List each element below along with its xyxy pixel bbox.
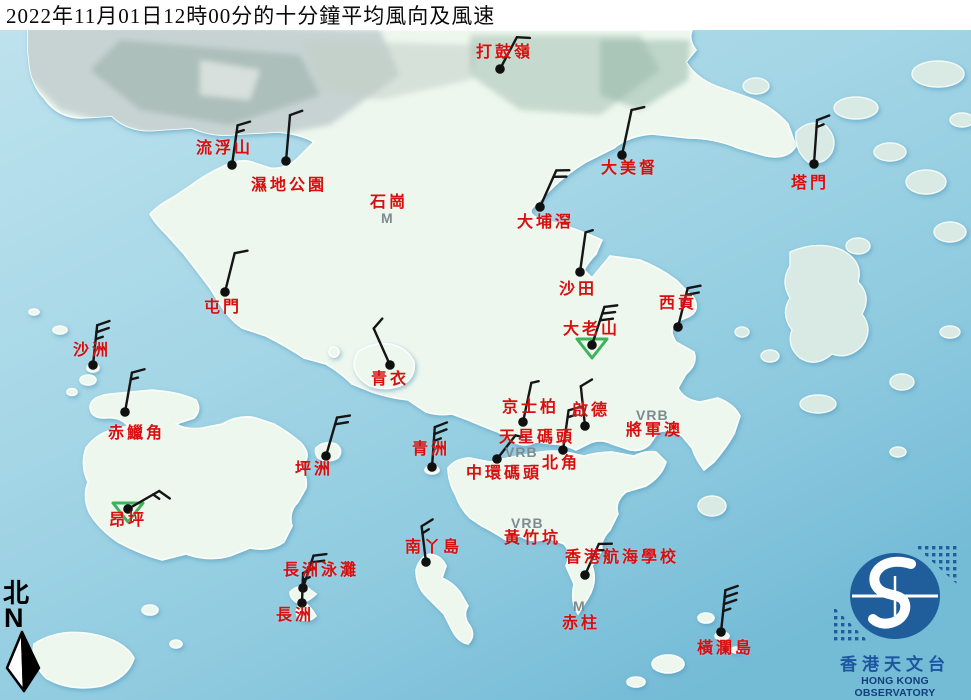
station-dot [427,462,437,472]
station-dot [385,360,395,370]
station-dot [673,322,683,332]
station-dot [575,267,585,277]
station-dot [227,160,237,170]
station-dot [535,202,545,212]
station-dot [617,150,627,160]
station-dot [321,451,331,461]
station-dot [123,504,133,514]
wind-map-page: 2022年11月01日12時00分的十分鐘平均風向及風速 流浮山濕地公園打鼓嶺大… [0,0,971,700]
station-dot [518,417,528,427]
station-dot [495,64,505,74]
hko-name-zh: 香港天文台 [825,655,965,675]
hko-name-en: HONG KONG OBSERVATORY [825,675,965,700]
hko-logo-icon [827,546,963,650]
north-arrow-icon [3,630,45,694]
station-dot [716,627,726,637]
station-dot [88,360,98,370]
station-dot [580,421,590,431]
compass: 北 N [3,580,45,699]
map-title: 2022年11月01日12時00分的十分鐘平均風向及風速 [0,0,495,30]
station-dot [120,407,130,417]
station-dot [281,156,291,166]
station-dot [492,454,502,464]
station-dot [809,159,819,169]
station-dot [580,570,590,580]
compass-north-en: N [4,607,45,630]
station-dot [421,557,431,567]
station-dot [587,340,597,350]
station-dot [220,287,230,297]
station-dot [558,445,568,455]
hko-logo: 香港天文台 HONG KONG OBSERVATORY [825,546,965,700]
title-bar: 2022年11月01日12時00分的十分鐘平均風向及風速 [0,0,971,30]
station-dot [297,598,307,608]
